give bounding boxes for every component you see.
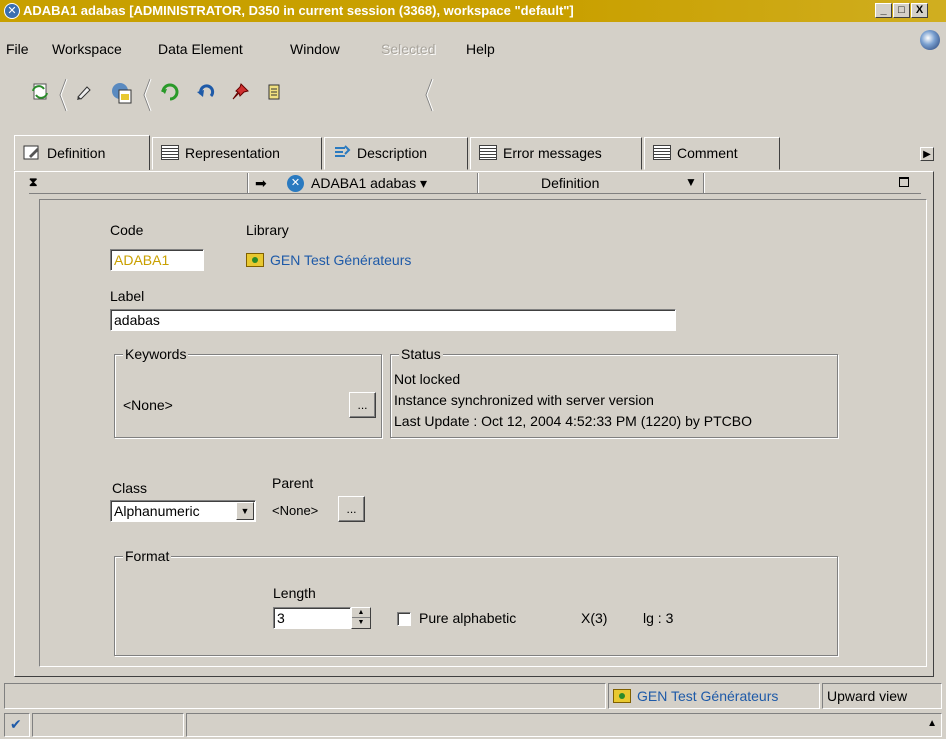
library-icon xyxy=(613,689,631,703)
menu-data-element[interactable]: Data Element xyxy=(158,41,243,57)
list-icon xyxy=(479,145,497,160)
class-select[interactable]: Alphanumeric ▼ xyxy=(110,500,256,522)
tab-definition[interactable]: Definition xyxy=(14,135,150,170)
toolbar xyxy=(14,73,444,117)
menu-help[interactable]: Help xyxy=(466,41,495,57)
panel-header: ⧗ ➡ ✕ ADABA1 adabas ▾ Definition ▼ xyxy=(29,172,921,194)
header-separator xyxy=(703,173,705,193)
title-bar[interactable]: ✕ ADABA1 adabas [ADMINISTRATOR, D350 in … xyxy=(0,0,946,22)
menu-workspace[interactable]: Workspace xyxy=(52,41,122,57)
menu-selected: Selected xyxy=(381,41,436,57)
maximize-button[interactable]: □ xyxy=(893,3,910,18)
menu-bar: File Workspace Data Element Window Selec… xyxy=(0,36,946,60)
tab-representation[interactable]: Representation xyxy=(152,137,322,170)
toolbar-separator xyxy=(424,77,434,113)
status-group: Status Not locked Instance synchronized … xyxy=(390,346,838,438)
reload-icon[interactable] xyxy=(158,81,182,105)
status-legend: Status xyxy=(399,346,443,362)
library-icon xyxy=(246,253,264,267)
toolbar-separator xyxy=(142,77,152,113)
refresh-doc-icon[interactable] xyxy=(28,81,52,105)
keywords-browse-button[interactable]: ... xyxy=(349,392,376,418)
label-field[interactable]: adabas xyxy=(110,309,676,331)
undo-icon[interactable] xyxy=(194,81,218,105)
close-button[interactable]: X xyxy=(911,3,928,18)
length-field[interactable]: 3 xyxy=(273,607,351,629)
window-title: ADABA1 adabas [ADMINISTRATOR, D350 in cu… xyxy=(23,3,574,18)
status-lock: Not locked xyxy=(394,371,461,387)
tab-strip: Definition Representation Description Er… xyxy=(14,135,934,171)
collapse-icon[interactable]: ⧗ xyxy=(29,175,37,190)
class-label: Class xyxy=(112,480,148,496)
document-icon[interactable] xyxy=(262,81,286,105)
format-legend: Format xyxy=(123,548,172,564)
code-field[interactable]: ADABA1 xyxy=(110,249,204,271)
status-check: ✔ xyxy=(4,713,30,737)
parent-browse-button[interactable]: ... xyxy=(338,496,365,522)
toolbar-separator xyxy=(58,77,68,113)
status-view-text: Upward view xyxy=(827,688,908,704)
length-summary: lg : 3 xyxy=(643,610,674,626)
tab-scroll-right-icon[interactable]: ▶ xyxy=(920,147,934,161)
menu-window[interactable]: Window xyxy=(290,41,340,57)
library-label: Library xyxy=(246,222,289,238)
definition-icon xyxy=(23,145,41,160)
keywords-group: Keywords <None> ... xyxy=(114,346,382,438)
list-icon xyxy=(653,145,671,160)
library-link[interactable]: GEN Test Générateurs xyxy=(246,252,411,268)
keywords-legend: Keywords xyxy=(123,346,189,362)
app-logo-icon xyxy=(920,30,940,50)
expand-up-icon[interactable]: ▲ xyxy=(927,718,937,729)
chevron-down-icon[interactable]: ▼ xyxy=(685,175,697,189)
status-bar: GEN Test Générateurs Upward view xyxy=(0,681,946,711)
pure-alphabetic-checkbox[interactable] xyxy=(397,612,411,626)
label-label: Label xyxy=(110,288,145,304)
object-selector[interactable]: ADABA1 adabas ▾ xyxy=(311,175,427,192)
status-bar-secondary: ✔ ▲ xyxy=(0,711,946,739)
code-label: Code xyxy=(110,222,144,238)
length-label: Length xyxy=(273,585,316,601)
description-icon xyxy=(333,145,351,160)
minimize-button[interactable]: _ xyxy=(875,3,892,18)
chevron-down-icon[interactable]: ▼ xyxy=(236,502,254,520)
header-separator xyxy=(247,173,249,193)
checkmark-icon: ✔ xyxy=(10,716,22,732)
definition-form: Code ADABA1 Library GEN Test Générateurs… xyxy=(39,199,927,667)
app-icon[interactable]: ✕ xyxy=(4,3,20,19)
header-separator xyxy=(477,173,479,193)
pure-alphabetic-label: Pure alphabetic xyxy=(419,610,517,626)
maximize-panel-icon[interactable] xyxy=(899,177,909,187)
status-cell-3: ▲ xyxy=(186,713,942,737)
library-doc-icon[interactable] xyxy=(110,81,134,105)
tab-description[interactable]: Description xyxy=(324,137,468,170)
status-view[interactable]: Upward view xyxy=(822,683,942,709)
menu-file[interactable]: File xyxy=(6,41,29,57)
format-group: Format Length 3 ▲ ▼ Pure alphabetic X(3)… xyxy=(114,548,838,656)
tab-comment[interactable]: Comment xyxy=(644,137,780,170)
status-library-text: GEN Test Générateurs xyxy=(613,688,778,704)
picture-value: X(3) xyxy=(581,610,608,626)
edit-pen-icon[interactable] xyxy=(72,81,96,105)
view-selector[interactable]: Definition xyxy=(541,175,599,191)
parent-value: <None> xyxy=(272,503,319,518)
length-stepper[interactable]: ▲ ▼ xyxy=(351,607,371,629)
navigate-arrow-icon: ➡ xyxy=(255,175,267,191)
object-icon: ✕ xyxy=(287,175,304,192)
status-library[interactable]: GEN Test Générateurs xyxy=(608,683,820,709)
stepper-down-icon[interactable]: ▼ xyxy=(352,618,370,628)
keywords-value: <None> xyxy=(123,397,173,413)
status-cell-2 xyxy=(32,713,184,737)
parent-label: Parent xyxy=(272,475,314,491)
status-cell-empty xyxy=(4,683,606,709)
stepper-up-icon[interactable]: ▲ xyxy=(352,608,370,618)
status-sync: Instance synchronized with server versio… xyxy=(394,392,654,408)
list-icon xyxy=(161,145,179,160)
tab-error-messages[interactable]: Error messages xyxy=(470,137,642,170)
status-last-update: Last Update : Oct 12, 2004 4:52:33 PM (1… xyxy=(394,413,752,429)
pushpin-icon[interactable] xyxy=(228,81,252,105)
definition-panel: ⧗ ➡ ✕ ADABA1 adabas ▾ Definition ▼ Code … xyxy=(14,171,934,677)
